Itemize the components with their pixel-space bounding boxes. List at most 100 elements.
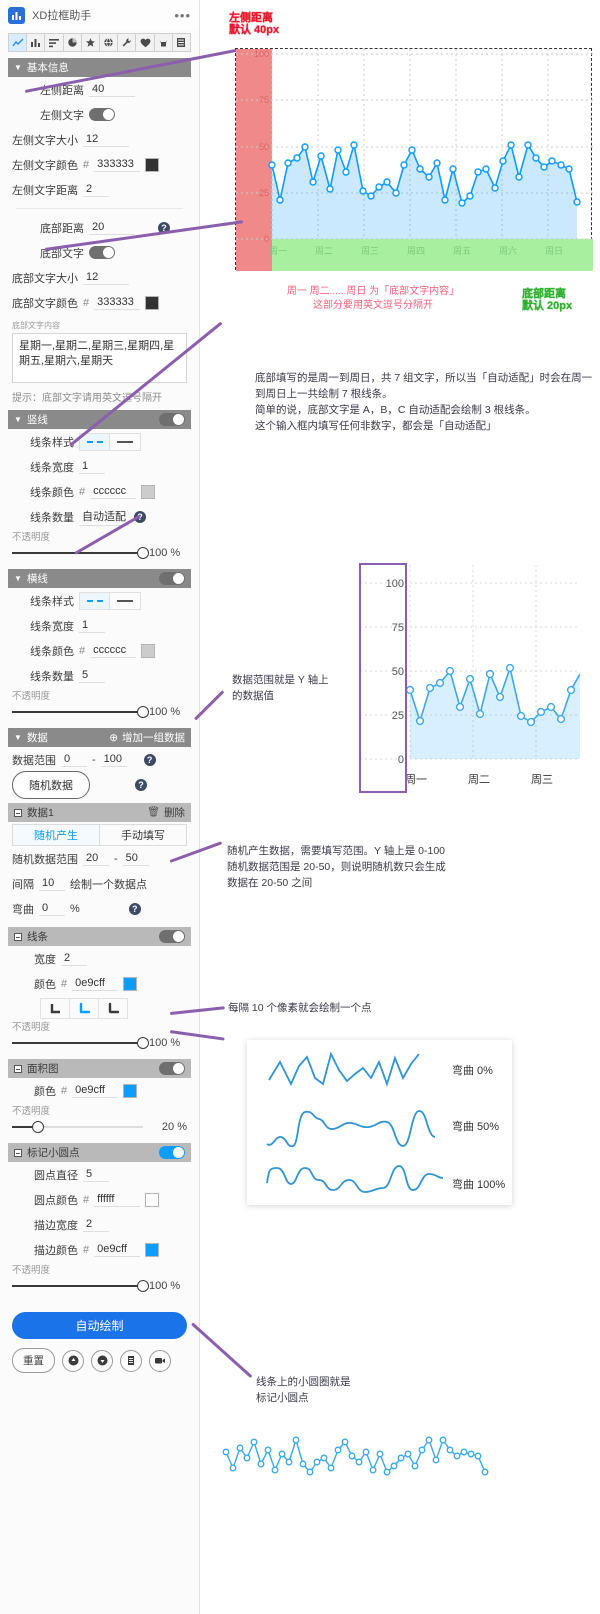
- svg-text:弯曲 0%: 弯曲 0%: [452, 1063, 493, 1077]
- hlines-color-swatch[interactable]: [141, 643, 156, 658]
- svg-text:弯曲 100%: 弯曲 100%: [452, 1177, 505, 1191]
- section-header-area[interactable]: 面积图: [8, 1059, 191, 1078]
- reset-button[interactable]: 重置: [12, 1348, 55, 1373]
- bottom-text-content-input[interactable]: 星期一,星期二,星期三,星期四,星期五,星期六,星期天: [12, 333, 187, 383]
- hlines-style-dashed[interactable]: [80, 592, 110, 609]
- pie-chart-tool[interactable]: [64, 34, 82, 51]
- section-header-dataset-1[interactable]: 数据1 🗑 删除: [8, 803, 191, 822]
- upload-icon[interactable]: [62, 1349, 84, 1372]
- file-icon[interactable]: [120, 1349, 142, 1372]
- download-icon[interactable]: [91, 1349, 113, 1372]
- svg-text:周一: 周一: [269, 246, 287, 256]
- section-header-data[interactable]: ▼ 数据 ⊕ 增加一组数据: [8, 728, 191, 747]
- heart-tool[interactable]: [136, 34, 155, 51]
- line-color-swatch[interactable]: [123, 976, 138, 991]
- section-header-dots[interactable]: 标记小圆点: [8, 1143, 191, 1162]
- hlines-count-input[interactable]: 5: [79, 668, 105, 683]
- section-title-hlines: 横线: [26, 573, 48, 585]
- hlines-color-label: 线条颜色: [30, 645, 74, 658]
- vlines-style-solid[interactable]: [110, 434, 140, 450]
- area-opacity-slider[interactable]: 20 %: [12, 1117, 187, 1137]
- help-icon[interactable]: ?: [128, 902, 141, 915]
- bottom-font-color-swatch[interactable]: [145, 295, 160, 310]
- line-toggle[interactable]: [159, 930, 185, 943]
- dot-diameter-input[interactable]: 5: [83, 1167, 109, 1182]
- stroke-color-input[interactable]: 0e9cff: [94, 1242, 141, 1257]
- main-chart: 100 75 50 25 0 周一 周二 周三 周四 周五 周六 周日: [235, 48, 593, 271]
- random-data-button[interactable]: 随机数据: [12, 770, 90, 799]
- page-tool[interactable]: [173, 34, 190, 51]
- area-color-label: 颜色: [34, 1085, 56, 1098]
- dot-diameter-label: 圆点直径: [34, 1169, 78, 1182]
- vlines-toggle[interactable]: [159, 413, 185, 426]
- vlines-opacity-slider[interactable]: 100 %: [12, 543, 187, 563]
- globe-tool[interactable]: [100, 34, 119, 51]
- bottom-font-color-input[interactable]: 333333: [94, 295, 141, 310]
- more-menu-button[interactable]: •••: [174, 8, 191, 23]
- row-area-color: 颜色 # 0e9cff: [12, 1078, 187, 1103]
- stroke-width-input[interactable]: 2: [83, 1217, 109, 1232]
- random-range-max-input[interactable]: 50: [122, 851, 149, 866]
- add-dataset-button[interactable]: 增加一组数据: [122, 730, 185, 745]
- left-font-color-swatch[interactable]: [145, 157, 160, 172]
- hlines-toggle[interactable]: [159, 572, 185, 585]
- left-font-size-input[interactable]: 12: [83, 132, 129, 147]
- data-range-max-input[interactable]: 100: [100, 752, 127, 767]
- list-tool[interactable]: [45, 34, 64, 51]
- delete-dataset-button[interactable]: 删除: [164, 805, 185, 820]
- line-cap-round[interactable]: [70, 999, 99, 1018]
- area-toggle[interactable]: [159, 1062, 185, 1075]
- line-cap-bevel[interactable]: [99, 999, 127, 1018]
- section-header-basic[interactable]: ▼ 基本信息: [8, 58, 191, 77]
- tab-random-generate[interactable]: 随机产生: [13, 825, 99, 845]
- hlines-style-solid[interactable]: [110, 593, 140, 609]
- section-header-hlines[interactable]: ▼ 横线: [8, 569, 191, 588]
- vlines-count-input[interactable]: 自动适配: [79, 507, 129, 526]
- vlines-width-input[interactable]: 1: [79, 459, 105, 474]
- svg-text:周六: 周六: [499, 245, 517, 256]
- hlines-width-input[interactable]: 1: [79, 618, 105, 633]
- dots-opacity-slider[interactable]: 100 %: [12, 1276, 187, 1296]
- row-stroke-color: 描边颜色 # 0e9cff: [12, 1237, 187, 1262]
- bottom-font-size-input[interactable]: 12: [83, 270, 129, 285]
- hlines-width-label: 线条宽度: [30, 620, 74, 633]
- vlines-style-dashed[interactable]: [80, 433, 110, 450]
- data-range-min-input[interactable]: 0: [61, 752, 87, 767]
- line-opacity-slider[interactable]: 100 %: [12, 1033, 187, 1053]
- help-icon[interactable]: ?: [135, 778, 147, 791]
- line-chart-tool[interactable]: [9, 34, 28, 51]
- dots-toggle[interactable]: [159, 1146, 185, 1159]
- hlines-opacity-slider[interactable]: 100 %: [12, 702, 187, 722]
- line-cap-square[interactable]: [41, 999, 70, 1018]
- random-range-min-input[interactable]: 20: [83, 851, 109, 866]
- bar-chart-tool[interactable]: [27, 34, 46, 51]
- dot-color-swatch[interactable]: [145, 1192, 160, 1207]
- section-header-line[interactable]: 线条: [8, 927, 191, 946]
- hlines-color-input[interactable]: cccccc: [90, 643, 137, 658]
- left-text-gap-input[interactable]: 2: [83, 182, 109, 197]
- stroke-color-swatch[interactable]: [145, 1242, 160, 1257]
- tab-manual-fill[interactable]: 手动填写: [99, 825, 186, 845]
- vlines-color-swatch[interactable]: [141, 484, 156, 499]
- area-color-input[interactable]: 0e9cff: [72, 1083, 119, 1098]
- bottom-distance-input[interactable]: 20: [89, 220, 135, 235]
- video-icon[interactable]: [149, 1349, 171, 1372]
- animal-tool[interactable]: [155, 34, 173, 51]
- auto-draw-button[interactable]: 自动绘制: [12, 1312, 187, 1339]
- left-font-color-input[interactable]: 333333: [94, 157, 141, 172]
- row-random-data: 随机数据 ?: [12, 770, 187, 799]
- line-width-input[interactable]: 2: [61, 951, 87, 966]
- bottom-text-toggle[interactable]: [89, 246, 115, 259]
- vlines-color-input[interactable]: cccccc: [90, 484, 137, 499]
- star-tool[interactable]: [82, 34, 101, 51]
- area-color-swatch[interactable]: [123, 1083, 138, 1098]
- left-text-toggle[interactable]: [89, 108, 115, 121]
- interval-input[interactable]: 10: [39, 876, 65, 891]
- wrench-tool[interactable]: [118, 34, 137, 51]
- dot-color-input[interactable]: ffffff: [94, 1192, 141, 1207]
- left-distance-input[interactable]: 40: [89, 82, 135, 97]
- svg-text:周三: 周三: [361, 246, 379, 256]
- line-color-input[interactable]: 0e9cff: [72, 976, 119, 991]
- help-icon[interactable]: ?: [143, 753, 156, 766]
- bend-input[interactable]: 0: [39, 901, 65, 916]
